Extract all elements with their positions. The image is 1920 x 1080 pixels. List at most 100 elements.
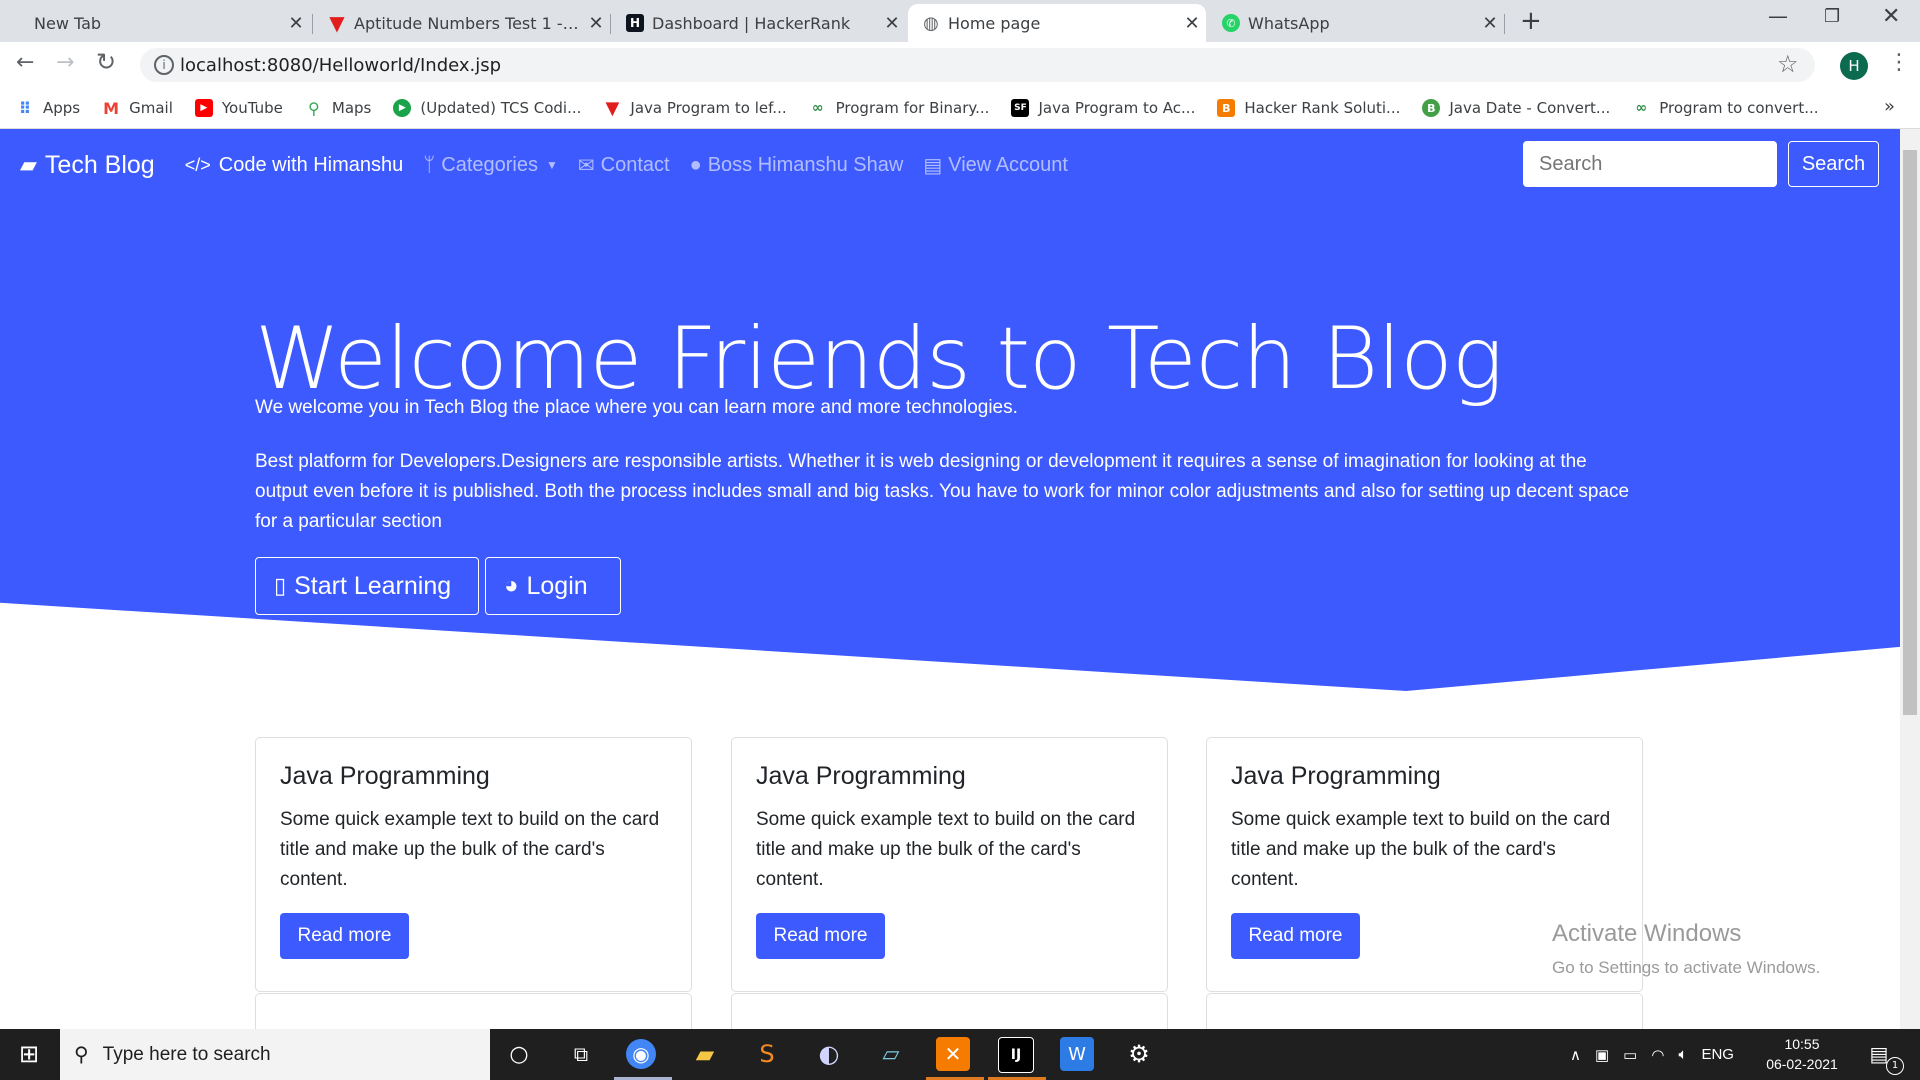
speaker-icon[interactable]: 🔈︎ — [1678, 1046, 1687, 1063]
tab-new-tab[interactable]: New Tab ✕ — [10, 4, 310, 42]
meet-now-icon[interactable]: ▣ — [1595, 1046, 1609, 1064]
search-input[interactable] — [1523, 141, 1777, 187]
omnibox[interactable]: i localhost:8080/Helloworld/Index.jsp ☆ — [140, 48, 1815, 82]
taskbar-search[interactable]: ⚲ Type here to search — [60, 1029, 490, 1080]
book-icon: ▰ — [20, 152, 37, 177]
windows-start-icon[interactable]: ⊞ — [12, 1037, 46, 1071]
globe-icon: ◕ — [504, 572, 519, 599]
bookmark-java-date[interactable]: B Java Date - Convert... — [1422, 99, 1610, 117]
nav-user-profile[interactable]: ● Boss Himanshu Shaw — [690, 154, 904, 177]
bookmark-java-program-left[interactable]: ▼ Java Program to lef... — [603, 98, 786, 119]
tab-home-page[interactable]: ◍ Home page ✕ — [908, 4, 1206, 42]
bookmark-java-ac[interactable]: SF Java Program to Ac... — [1011, 99, 1195, 117]
login-button[interactable]: ◕ Login — [485, 557, 621, 615]
code-file-icon: ▯ — [274, 573, 287, 598]
eclipse-icon[interactable]: ◐ — [812, 1037, 846, 1071]
blogger-icon: B — [1217, 99, 1236, 117]
xampp-icon[interactable]: ✕ — [936, 1037, 970, 1071]
nav-label: View Account — [948, 153, 1068, 176]
file-explorer-icon[interactable]: ▰ — [688, 1037, 722, 1071]
bookmark-label: Maps — [331, 99, 372, 117]
reload-icon[interactable]: ↻ — [96, 48, 116, 76]
bookmark-hackerrank-solution[interactable]: B Hacker Rank Soluti... — [1217, 99, 1400, 117]
clock-date: 06-02-2021 — [1766, 1056, 1838, 1072]
bookmark-youtube[interactable]: ▶ YouTube — [194, 99, 283, 117]
language-indicator[interactable]: ENG — [1701, 1046, 1734, 1063]
bookmark-label: Program to convert... — [1659, 99, 1819, 117]
bookmark-tcs[interactable]: ▶ (Updated) TCS Codi... — [393, 99, 581, 117]
window-close-button[interactable]: ✕ — [1882, 4, 1900, 29]
brand-link[interactable]: ▰ Tech Blog — [20, 151, 155, 180]
read-more-button[interactable]: Read more — [1231, 913, 1360, 959]
search-icon: ⚲ — [74, 1044, 89, 1066]
post-card-partial — [255, 993, 692, 1029]
bookmark-binary[interactable]: ∞ Program for Binary... — [809, 99, 990, 117]
notepad-icon[interactable]: ▱ — [874, 1037, 908, 1071]
settings-gear-icon[interactable]: ⚙ — [1122, 1037, 1156, 1071]
minimize-button[interactable]: — — [1768, 4, 1788, 28]
post-card: Java Programming Some quick example text… — [1206, 737, 1643, 992]
nav-code-with-himanshu[interactable]: </> Code with Himanshu — [185, 154, 404, 177]
info-icon[interactable]: i — [154, 55, 174, 75]
web-page: ▰ Tech Blog </> Code with Himanshu ᛘ Cat… — [0, 129, 1900, 1029]
gfg-icon: ∞ — [1635, 100, 1648, 116]
tab-aptitude[interactable]: ▼ Aptitude Numbers Test 1 - javatp ✕ — [314, 4, 610, 42]
read-more-button[interactable]: Read more — [756, 913, 885, 959]
chrome-icon[interactable]: ◉ — [626, 1039, 656, 1069]
read-more-button[interactable]: Read more — [280, 913, 409, 959]
youtube-icon: ▶ — [194, 99, 213, 117]
forward-arrow-icon[interactable]: → — [56, 50, 74, 75]
intellij-icon[interactable]: IJ — [998, 1037, 1034, 1073]
bookmark-label: Java Date - Convert... — [1449, 99, 1611, 117]
bookmark-apps[interactable]: ⠿ Apps — [16, 99, 80, 118]
nav-contact[interactable]: ✉ Contact — [578, 153, 670, 178]
bookmarks-overflow-button[interactable]: » — [1884, 96, 1895, 117]
nav-label: Contact — [600, 153, 670, 176]
start-learning-button[interactable]: ▯ Start Learning — [255, 557, 479, 615]
restore-button[interactable]: ❐ — [1824, 6, 1840, 27]
taskbar-search-placeholder: Type here to search — [102, 1043, 271, 1065]
card-text: Some quick example text to build on the … — [280, 809, 660, 890]
close-icon[interactable]: ✕ — [582, 13, 610, 34]
hero-title: Welcome Friends to Tech Blog — [255, 309, 1503, 409]
nav-view-account[interactable]: ▤ View Account — [923, 153, 1068, 178]
tab-hackerrank[interactable]: H Dashboard | HackerRank ✕ — [612, 4, 906, 42]
tab-whatsapp[interactable]: ✆ WhatsApp ✕ — [1208, 4, 1504, 42]
bookmark-label: Gmail — [129, 99, 173, 117]
hackerrank-icon: H — [626, 14, 644, 32]
close-icon[interactable]: ✕ — [878, 13, 906, 34]
nav-categories-dropdown[interactable]: ᛘ Categories ▼ — [423, 154, 558, 177]
button-label: Start Learning — [294, 571, 452, 600]
green-icon: ▶ — [393, 99, 412, 117]
cortana-icon[interactable]: ○ — [502, 1037, 536, 1071]
windows-taskbar: ⊞ ⚲ Type here to search ○ ⧉ ◉ ▰ S ◐ ▱ ✕ … — [0, 1029, 1920, 1080]
back-arrow-icon[interactable]: ← — [16, 50, 34, 75]
chevron-up-icon[interactable]: ∧ — [1570, 1046, 1581, 1064]
close-icon[interactable]: ✕ — [282, 13, 310, 34]
whatsapp-icon: ✆ — [1222, 14, 1240, 32]
bookmark-label: Hacker Rank Soluti... — [1244, 99, 1401, 117]
scrollbar-thumb[interactable] — [1903, 150, 1917, 715]
sublime-text-icon[interactable]: S — [750, 1037, 784, 1071]
task-view-icon[interactable]: ⧉ — [564, 1037, 598, 1071]
bookmark-program-convert[interactable]: ∞ Program to convert... — [1632, 99, 1818, 117]
bookmark-label: Java Program to Ac... — [1038, 99, 1196, 117]
bookmark-gmail[interactable]: M Gmail — [102, 99, 173, 118]
profile-avatar[interactable]: H — [1840, 52, 1868, 80]
system-clock[interactable]: 10:55 06-02-2021 — [1762, 1034, 1842, 1074]
kebab-menu-icon[interactable]: ⋮ — [1888, 50, 1910, 75]
wps-writer-icon[interactable]: W — [1060, 1037, 1094, 1071]
bookmark-maps[interactable]: ⚲ Maps — [305, 99, 372, 118]
nav-label: Boss Himanshu Shaw — [707, 153, 904, 176]
close-icon[interactable]: ✕ — [1178, 13, 1206, 34]
card-title: Java Programming — [756, 762, 966, 790]
battery-icon[interactable]: ▭ — [1623, 1046, 1637, 1064]
search-button[interactable]: Search — [1788, 141, 1879, 187]
url-text[interactable]: localhost:8080/Helloworld/Index.jsp — [180, 55, 501, 76]
wifi-icon[interactable]: ◠ — [1651, 1046, 1664, 1064]
close-icon[interactable]: ✕ — [1476, 13, 1504, 34]
post-card-partial — [731, 993, 1168, 1029]
new-tab-button[interactable]: + — [1520, 6, 1542, 36]
star-icon[interactable]: ☆ — [1777, 50, 1799, 78]
browser-tab-bar: New Tab ✕ ▼ Aptitude Numbers Test 1 - ja… — [0, 0, 1920, 42]
